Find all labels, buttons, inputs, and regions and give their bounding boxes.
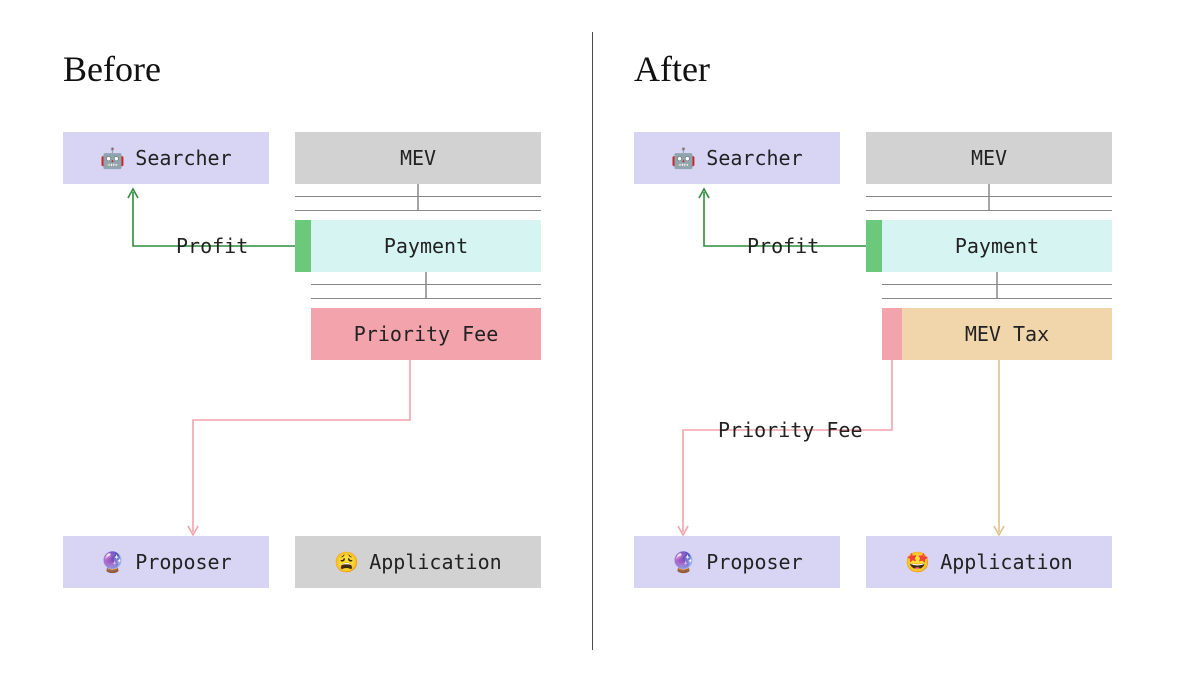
node-priority-fee-before: Priority Fee bbox=[311, 308, 541, 360]
priority-fee-sliver-after bbox=[882, 308, 902, 360]
proposer-label: Proposer bbox=[135, 550, 231, 574]
node-mev-tax-after: MEV Tax bbox=[902, 308, 1112, 360]
payment-label: Payment bbox=[384, 234, 468, 258]
robot-icon: 🤖 bbox=[671, 146, 696, 170]
proposer-label: Proposer bbox=[706, 550, 802, 574]
profit-label-after: Profit bbox=[747, 234, 819, 258]
node-searcher-before: 🤖 Searcher bbox=[63, 132, 269, 184]
application-label: Application bbox=[940, 550, 1072, 574]
node-application-before: 😩 Application bbox=[295, 536, 541, 588]
bracket-line bbox=[295, 210, 541, 211]
crystal-ball-icon: 🔮 bbox=[671, 550, 696, 574]
robot-icon: 🤖 bbox=[100, 146, 125, 170]
payment-profit-sliver-before bbox=[295, 220, 311, 272]
searcher-label: Searcher bbox=[706, 146, 802, 170]
node-payment-before: Payment bbox=[311, 220, 541, 272]
crystal-ball-icon: 🔮 bbox=[100, 550, 125, 574]
happy-face-icon: 🤩 bbox=[905, 550, 930, 574]
node-proposer-before: 🔮 Proposer bbox=[63, 536, 269, 588]
arrow-fee-proposer-before bbox=[190, 360, 420, 540]
priority-fee-edge-label: Priority Fee bbox=[718, 418, 863, 442]
panel-divider bbox=[592, 32, 593, 650]
mev-label: MEV bbox=[971, 146, 1007, 170]
node-searcher-after: 🤖 Searcher bbox=[634, 132, 840, 184]
heading-after: After bbox=[634, 48, 710, 90]
arrow-fee-proposer-after bbox=[680, 360, 900, 540]
payment-profit-sliver-after bbox=[866, 220, 882, 272]
searcher-label: Searcher bbox=[135, 146, 231, 170]
node-application-after: 🤩 Application bbox=[866, 536, 1112, 588]
bracket-line bbox=[295, 196, 541, 197]
node-mev-before: MEV bbox=[295, 132, 541, 184]
mev-tax-label: MEV Tax bbox=[965, 322, 1049, 346]
node-proposer-after: 🔮 Proposer bbox=[634, 536, 840, 588]
bracket-line bbox=[311, 284, 541, 285]
profit-label-before: Profit bbox=[176, 234, 248, 258]
arrow-tax-application bbox=[996, 360, 1004, 540]
node-payment-after: Payment bbox=[882, 220, 1112, 272]
bracket-line bbox=[882, 284, 1112, 285]
bracket-line bbox=[311, 298, 541, 299]
sad-face-icon: 😩 bbox=[334, 550, 359, 574]
bracket-line bbox=[866, 210, 1112, 211]
payment-label: Payment bbox=[955, 234, 1039, 258]
bracket-line bbox=[866, 196, 1112, 197]
node-mev-after: MEV bbox=[866, 132, 1112, 184]
bracket-line bbox=[882, 298, 1112, 299]
application-label: Application bbox=[369, 550, 501, 574]
heading-before: Before bbox=[63, 48, 161, 90]
mev-label: MEV bbox=[400, 146, 436, 170]
priority-fee-label: Priority Fee bbox=[354, 322, 499, 346]
